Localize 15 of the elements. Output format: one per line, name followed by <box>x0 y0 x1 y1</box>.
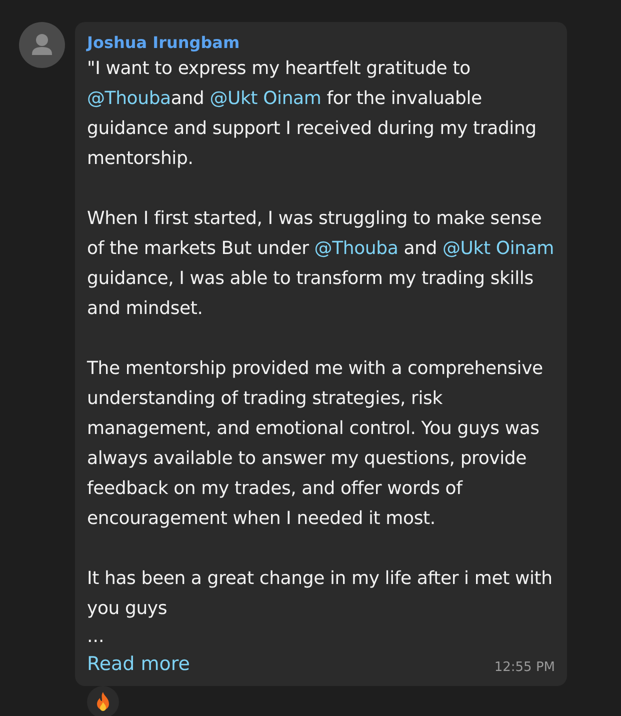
message-paragraph: The mentorship provided me with a comprehensive understanding of trading strategies, risk management, and emotional control. You guys was always available to answer my questions, provide feedback on my trades, and offer words of encouragement when I needed it most. <box>87 357 544 531</box>
message-paragraph: When I first started, I was struggling to make sense of the markets But under @Thouba and @Ukt Oinam guidance, I was able to transform my trading skills and mindset. <box>87 207 555 321</box>
message-paragraph: "I want to express my heartfelt gratitude to @Thoubaand @Ukt Oinam for the invaluable guidance and support I received during my trading mentorship. <box>87 57 538 171</box>
sender-name[interactable]: Joshua Irungbam <box>87 32 240 54</box>
person-icon <box>29 32 55 58</box>
mention-link[interactable]: @Ukt Oinam <box>442 238 554 259</box>
mention-link[interactable]: @Thouba <box>314 238 398 259</box>
read-more-link[interactable]: Read more <box>87 650 190 678</box>
ellipsis: ... <box>87 625 104 649</box>
message-paragraph: It has been a great change in my life after i met with you guys <box>87 567 554 621</box>
reaction-chip[interactable] <box>87 686 119 716</box>
mention-link[interactable]: @Thouba <box>87 88 171 109</box>
mention-link[interactable]: @Ukt Oinam <box>210 88 322 109</box>
avatar[interactable] <box>19 22 65 68</box>
message-time: 12:55 PM <box>494 659 555 677</box>
